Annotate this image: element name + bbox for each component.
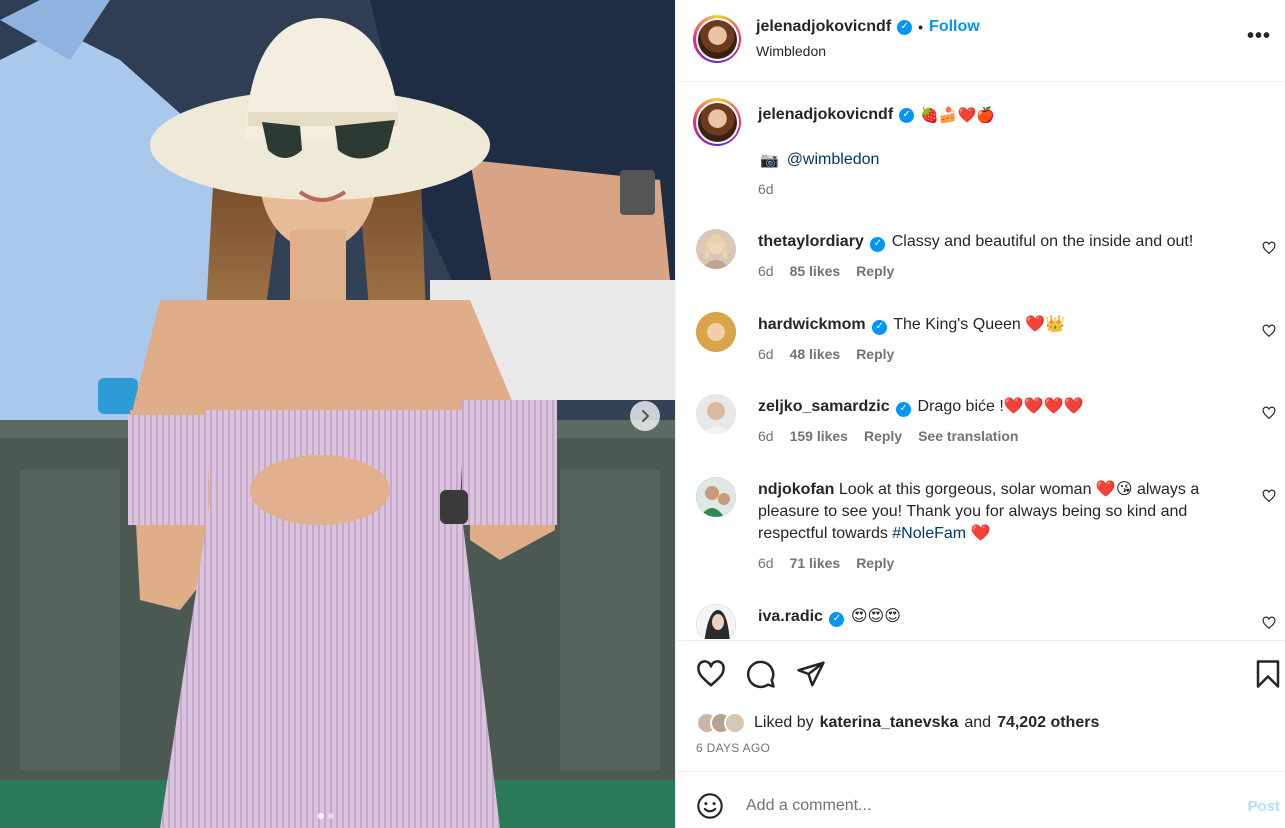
caption-header: jelenadjokovicndf ✓ 🍓🍰❤️🍎	[758, 106, 995, 124]
comment-username[interactable]: thetaylordiary	[758, 233, 864, 250]
caption-emojis: 🍓🍰❤️🍎	[920, 106, 995, 124]
comment-meta: 6d 48 likes Reply	[758, 346, 894, 362]
verified-badge-icon: ✓	[899, 107, 915, 123]
avatar-image	[702, 235, 730, 269]
post-comment-button[interactable]: Post	[1247, 798, 1280, 815]
reply-button[interactable]: Reply	[864, 428, 902, 444]
bookmark-icon[interactable]	[1253, 659, 1283, 689]
reply-button[interactable]: Reply	[856, 263, 894, 279]
avatar-image	[696, 394, 736, 434]
comment-meta: 6d 71 likes Reply	[758, 555, 894, 571]
liked-by-others[interactable]: 74,202 others	[997, 714, 1099, 732]
camera-icon: 📷	[760, 151, 779, 169]
comment-like-heart-icon[interactable]	[1262, 616, 1276, 630]
commenter-avatar[interactable]	[696, 394, 736, 434]
verified-badge-icon: ✓	[872, 319, 888, 335]
comment-text: hardwickmom ✓ The King's Queen ❤️👑	[758, 314, 1253, 336]
comment-likes[interactable]: 48 likes	[790, 346, 841, 362]
share-icon[interactable]	[796, 659, 826, 689]
liked-by-summary: Liked by katerina_tanevska and 74,202 ot…	[696, 712, 1099, 734]
comment-time[interactable]: 6d	[758, 555, 774, 571]
post-actions: Liked by katerina_tanevska and 74,202 ot…	[676, 640, 1285, 770]
heart-icon[interactable]	[696, 659, 726, 689]
separator: •	[918, 19, 924, 35]
caption-time[interactable]: 6d	[758, 181, 774, 197]
reply-button[interactable]: Reply	[856, 346, 894, 362]
post-location[interactable]: Wimbledon	[756, 43, 826, 59]
comment-meta: 6d 85 likes Reply	[758, 263, 894, 279]
avatar-image	[696, 604, 736, 639]
comment-body: The King's Queen ❤️👑	[893, 316, 1066, 333]
comment-meta: 6d 159 likes Reply See translation	[758, 428, 1018, 444]
post-date[interactable]: 6 DAYS AGO	[696, 741, 770, 755]
comment-time[interactable]: 6d	[758, 346, 774, 362]
comment-time[interactable]: 6d	[758, 428, 774, 444]
chevron-right-icon	[642, 410, 649, 422]
comment-likes[interactable]: 159 likes	[790, 428, 848, 444]
post-header: jelenadjokovicndf ✓ • Follow Wimbledon •…	[676, 0, 1285, 82]
liker-avatar	[724, 712, 746, 734]
see-translation-button[interactable]: See translation	[918, 428, 1018, 444]
comment-body: 😍😍😍	[850, 608, 901, 625]
verified-badge-icon: ✓	[897, 19, 913, 35]
liker-avatars	[696, 712, 746, 734]
caption-avatar[interactable]	[693, 98, 741, 146]
comment-like-heart-icon[interactable]	[1262, 241, 1276, 255]
comment-likes[interactable]: 85 likes	[790, 263, 841, 279]
comment-text: thetaylordiary ✓ Classy and beautiful on…	[758, 231, 1253, 253]
follow-button[interactable]: Follow	[929, 18, 980, 36]
avatar-image	[696, 477, 736, 517]
liked-by-prefix: Liked by	[754, 714, 814, 731]
avatar-image	[696, 312, 736, 352]
comment-text: ndjokofan Look at this gorgeous, solar w…	[758, 479, 1253, 545]
post-photo[interactable]	[0, 0, 675, 828]
comment-username[interactable]: iva.radic	[758, 608, 823, 625]
reply-button[interactable]: Reply	[856, 555, 894, 571]
comment-body: Drago biće !❤️❤️❤️❤️	[917, 398, 1084, 415]
comment-input[interactable]	[746, 788, 1216, 824]
verified-badge-icon: ✓	[829, 611, 845, 627]
more-options-icon[interactable]: •••	[1247, 26, 1271, 46]
commenter-avatar[interactable]	[696, 229, 736, 269]
comment-body-end: ❤️	[966, 525, 991, 542]
commenter-avatar[interactable]	[696, 312, 736, 352]
comment-icon[interactable]	[746, 659, 776, 689]
carousel-dot	[318, 813, 324, 819]
commenter-avatar[interactable]	[696, 477, 736, 517]
photo-illustration	[0, 0, 675, 828]
liked-by-joiner: and	[964, 714, 992, 731]
comment-username[interactable]: zeljko_samardzic	[758, 398, 890, 415]
carousel-dots	[318, 813, 334, 819]
caption-username[interactable]: jelenadjokovicndf	[758, 106, 893, 124]
comment-username[interactable]: ndjokofan	[758, 481, 834, 498]
author-row: jelenadjokovicndf ✓ • Follow	[756, 18, 980, 36]
comment-like-heart-icon[interactable]	[1262, 406, 1276, 420]
comment-text: zeljko_samardzic ✓ Drago biće !❤️❤️❤️❤️	[758, 396, 1253, 418]
carousel-next-button[interactable]	[630, 401, 660, 431]
liked-by-user[interactable]: katerina_tanevska	[820, 714, 959, 732]
comment-like-heart-icon[interactable]	[1262, 489, 1276, 503]
caption-mention-link[interactable]: @wimbledon	[787, 151, 880, 169]
author-username[interactable]: jelenadjokovicndf	[756, 18, 891, 36]
verified-badge-icon: ✓	[870, 236, 886, 252]
carousel-dot	[328, 813, 334, 819]
post-sidebar: jelenadjokovicndf ✓ • Follow Wimbledon •…	[675, 0, 1285, 828]
comment-likes[interactable]: 71 likes	[790, 555, 841, 571]
comment-username[interactable]: hardwickmom	[758, 316, 866, 333]
hashtag-link[interactable]: #NoleFam	[892, 525, 966, 542]
comment-time[interactable]: 6d	[758, 263, 774, 279]
emoji-icon[interactable]	[696, 792, 724, 820]
comments-list[interactable]: jelenadjokovicndf ✓ 🍓🍰❤️🍎 📷 @wimbledon 6…	[676, 83, 1285, 639]
comment-like-heart-icon[interactable]	[1262, 324, 1276, 338]
add-comment-bar: Post	[676, 771, 1285, 828]
verified-badge-icon: ✓	[896, 401, 912, 417]
commenter-avatar[interactable]	[696, 604, 736, 639]
caption-text: 📷 @wimbledon	[760, 151, 879, 169]
author-avatar[interactable]	[693, 15, 741, 63]
comment-text: iva.radic ✓ 😍😍😍	[758, 606, 1253, 628]
comment-body: Classy and beautiful on the inside and o…	[891, 233, 1194, 250]
